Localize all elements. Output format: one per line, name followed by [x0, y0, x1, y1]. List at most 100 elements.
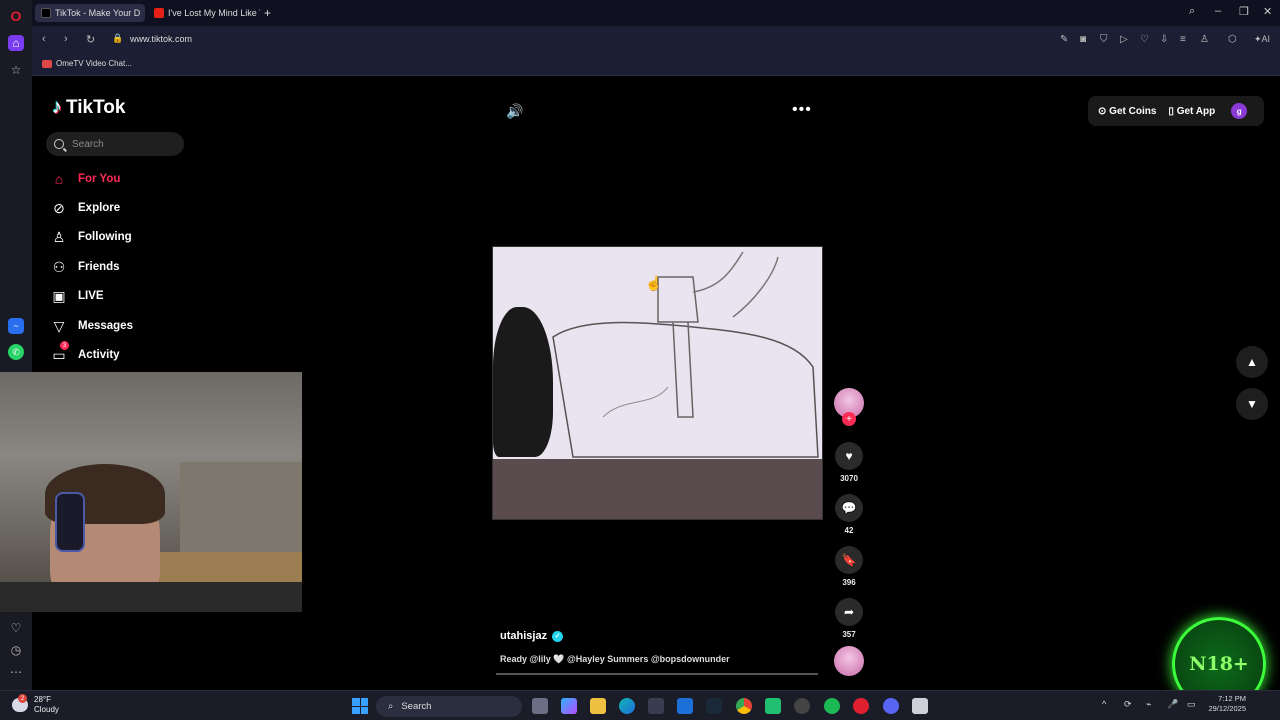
- nav-friends[interactable]: ⚇ Friends: [50, 257, 120, 277]
- comment-button[interactable]: 💬 42: [832, 494, 866, 535]
- cloud-icon: 2: [12, 694, 28, 712]
- close-window-icon[interactable]: ✕: [1263, 5, 1272, 18]
- follow-plus-icon[interactable]: +: [842, 412, 856, 426]
- video-progress-bar[interactable]: [496, 673, 818, 675]
- edge-icon[interactable]: [619, 698, 635, 714]
- new-tab-button[interactable]: +: [262, 4, 276, 22]
- discord-icon[interactable]: [883, 698, 899, 714]
- share-button[interactable]: ➦ 357: [832, 598, 866, 639]
- post-username[interactable]: utahisjaz ✓: [500, 630, 564, 642]
- microphone-icon[interactable]: 🎤: [1167, 699, 1178, 710]
- compass-icon: ⊘: [53, 199, 65, 216]
- home-icon: ⌂: [54, 171, 64, 187]
- app-icon[interactable]: [765, 698, 781, 714]
- heart-icon: ♥: [835, 442, 863, 470]
- extension-icon[interactable]: ⬡: [1228, 34, 1237, 45]
- spotify-icon[interactable]: [824, 698, 840, 714]
- heart-outline-icon[interactable]: ♡: [1140, 34, 1149, 45]
- lock-icon: 🔒: [112, 33, 124, 43]
- edit-icon[interactable]: ✎: [1060, 34, 1068, 45]
- get-coins-button[interactable]: ⊙ Get Coins: [1098, 106, 1156, 117]
- shield-icon[interactable]: ⛉: [1100, 34, 1108, 45]
- like-button[interactable]: ♥ 3070: [832, 442, 866, 483]
- activity-badge: 3: [60, 341, 69, 350]
- chevron-up-icon[interactable]: ^: [1102, 699, 1106, 709]
- search-icon: ⌕: [388, 701, 394, 712]
- volume-icon[interactable]: 🔊: [506, 103, 523, 120]
- display-icon[interactable]: ▭: [1187, 699, 1196, 710]
- music-disc-avatar[interactable]: [834, 646, 864, 676]
- forward-icon[interactable]: ›: [64, 33, 68, 45]
- back-icon[interactable]: ‹: [42, 33, 46, 45]
- camera-icon[interactable]: ◙: [1080, 34, 1086, 45]
- video-player[interactable]: ☝: [492, 246, 823, 520]
- system-clock[interactable]: 7:12 PM 29/12/2025: [1200, 694, 1246, 714]
- profile-icon[interactable]: ♙: [1200, 34, 1209, 45]
- tab-tiktok[interactable]: TikTok - Make Your D: [35, 4, 145, 22]
- windows-taskbar: 2 28°F Cloudy ⌕ Search ^ ⟳ ⌁ 🎤 ▭ 7:12 PM…: [0, 690, 1280, 720]
- steam-icon[interactable]: [706, 698, 722, 714]
- heart-icon[interactable]: ♡: [8, 620, 24, 636]
- file-explorer-icon[interactable]: [590, 698, 606, 714]
- previous-video-button[interactable]: ▲: [1236, 346, 1268, 378]
- refresh-sync-icon[interactable]: ⟳: [1124, 699, 1132, 710]
- verified-icon: ✓: [552, 630, 564, 642]
- menu-icon[interactable]: ≡: [1180, 34, 1186, 45]
- nav-live[interactable]: ▣ LIVE: [50, 286, 103, 306]
- webcam-shirt: [0, 582, 302, 612]
- app-icon-2[interactable]: [794, 698, 810, 714]
- reload-icon[interactable]: ↻: [86, 33, 95, 46]
- tab-youtube[interactable]: I've Lost My Mind Like Vin: [148, 4, 260, 22]
- live-icon: ▣: [52, 287, 66, 304]
- bookmark-button[interactable]: 🔖 396: [832, 546, 866, 587]
- creator-avatar[interactable]: +: [832, 388, 866, 426]
- minimize-icon[interactable]: –: [1215, 5, 1221, 17]
- opera-logo-icon[interactable]: O: [8, 8, 24, 24]
- play-icon[interactable]: ▷: [1120, 34, 1128, 45]
- hand-cursor-icon: ☝: [645, 275, 663, 291]
- weather-widget[interactable]: 2 28°F Cloudy: [12, 694, 59, 715]
- whatsapp-icon[interactable]: ✆: [8, 344, 24, 360]
- download-icon[interactable]: ⇩: [1160, 34, 1168, 45]
- outlook-icon[interactable]: [677, 698, 693, 714]
- star-icon[interactable]: ☆: [8, 62, 24, 78]
- task-view-icon[interactable]: [532, 698, 548, 714]
- url-field[interactable]: www.tiktok.com: [130, 34, 192, 44]
- chrome-icon[interactable]: [736, 698, 752, 714]
- more-icon[interactable]: ⋯: [8, 664, 24, 680]
- copilot-icon[interactable]: [561, 698, 577, 714]
- get-app-button[interactable]: ▯ Get App: [1168, 106, 1215, 117]
- messenger-icon[interactable]: ~: [8, 318, 24, 334]
- chevron-up-icon: ▲: [1246, 355, 1258, 369]
- messages-icon: ▽: [53, 317, 65, 334]
- nav-for-you[interactable]: ⌂ For You: [50, 169, 121, 189]
- taskbar-search[interactable]: ⌕ Search: [376, 696, 522, 717]
- opera-icon[interactable]: [853, 698, 869, 714]
- store-icon[interactable]: [648, 698, 664, 714]
- restore-icon[interactable]: ❐: [1239, 5, 1249, 18]
- search-input[interactable]: Search: [46, 132, 184, 156]
- profile-avatar[interactable]: g: [1231, 103, 1248, 119]
- snipping-tool-icon[interactable]: [912, 698, 928, 714]
- nav-explore[interactable]: ⊘ Explore: [50, 198, 120, 218]
- comment-icon: 💬: [835, 494, 863, 522]
- nav-messages[interactable]: ▽ Messages: [50, 316, 133, 336]
- header-actions: ⊙ Get Coins ▯ Get App g: [1088, 96, 1264, 126]
- home-speed-dial-icon[interactable]: ⌂: [8, 35, 24, 51]
- ai-icon[interactable]: ✦AI: [1254, 34, 1270, 45]
- nav-activity[interactable]: ▭ 3 Activity: [50, 341, 120, 365]
- search-tabs-icon[interactable]: ⌕: [1189, 5, 1195, 18]
- address-bar: ‹ › ↻ 🔒 www.tiktok.com ✎ ◙ ⛉ ▷ ♡ ⇩ ≡ ♙ ⬡…: [32, 26, 1280, 54]
- windows-start-icon[interactable]: [352, 698, 368, 714]
- more-options-icon[interactable]: •••: [792, 101, 812, 119]
- bookmark-ometv[interactable]: OmeTV Video Chat...: [42, 59, 132, 68]
- next-video-button[interactable]: ▼: [1236, 388, 1268, 420]
- bookmarks-bar: OmeTV Video Chat...: [32, 54, 1280, 76]
- tiktok-logo[interactable]: ♪ TikTok: [52, 96, 125, 119]
- history-clock-icon[interactable]: ◷: [8, 642, 24, 658]
- network-icon[interactable]: ⌁: [1146, 699, 1151, 710]
- video-dark-shape: [493, 307, 553, 457]
- tiktok-note-icon: ♪: [52, 96, 62, 118]
- tab-strip: TikTok - Make Your D I've Lost My Mind L…: [32, 0, 1280, 26]
- nav-following[interactable]: ♙ Following: [50, 227, 132, 247]
